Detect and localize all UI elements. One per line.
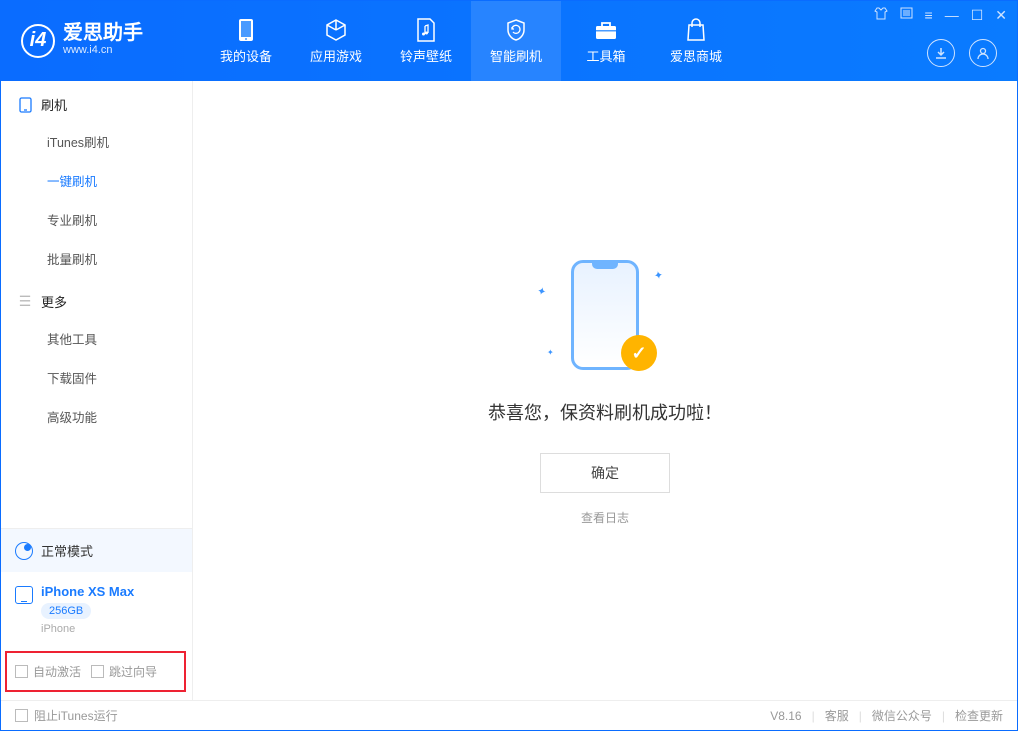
logo-icon: i4: [21, 24, 55, 58]
support-link[interactable]: 客服: [825, 707, 849, 724]
sidebar-item-itunes-flash[interactable]: iTunes刷机: [1, 122, 192, 161]
checkbox-icon: [15, 709, 28, 722]
device-mode-row[interactable]: 正常模式: [1, 529, 192, 572]
view-log-link[interactable]: 查看日志: [581, 509, 629, 526]
sidebar-item-batch-flash[interactable]: 批量刷机: [1, 239, 192, 278]
checkbox-label: 阻止iTunes运行: [34, 707, 118, 724]
tab-ringtones-wallpapers[interactable]: 铃声壁纸: [381, 1, 471, 81]
sparkle-icon: ✦: [547, 348, 554, 357]
toolbox-icon: [593, 17, 619, 43]
device-icon: [15, 586, 33, 604]
check-badge-icon: ✓: [621, 335, 657, 371]
storage-badge: 256GB: [41, 603, 91, 619]
checkbox-icon: [91, 665, 104, 678]
tab-label: 爱思商城: [670, 46, 722, 65]
tab-label: 铃声壁纸: [400, 46, 452, 65]
sidebar-item-other-tools[interactable]: 其他工具: [1, 319, 192, 358]
skip-guide-checkbox[interactable]: 跳过向导: [91, 663, 157, 680]
checkbox-label: 自动激活: [33, 663, 81, 680]
phone-icon: [233, 17, 259, 43]
app-subtitle: www.i4.cn: [63, 43, 143, 58]
mode-label: 正常模式: [41, 541, 93, 560]
tab-label: 智能刷机: [490, 46, 542, 65]
confirm-button[interactable]: 确定: [540, 453, 670, 493]
device-name: iPhone XS Max: [41, 584, 134, 599]
version-label: V8.16: [770, 709, 801, 723]
device-panel: 正常模式 iPhone XS Max 256GB iPhone 自动激活: [1, 528, 192, 700]
checkbox-label: 跳过向导: [109, 663, 157, 680]
sidebar-item-download-firmware[interactable]: 下载固件: [1, 358, 192, 397]
minimize-icon[interactable]: ―: [945, 7, 959, 24]
sidebar-section-more: ☰ 更多: [1, 278, 192, 319]
music-file-icon: [413, 17, 439, 43]
device-section-icon: [17, 97, 33, 113]
sparkle-icon: ✦: [535, 284, 547, 299]
list-icon[interactable]: [900, 7, 913, 24]
sidebar-section-flash: 刷机: [1, 81, 192, 122]
more-section-icon: ☰: [17, 294, 33, 310]
checkbox-icon: [15, 665, 28, 678]
main-content: ✦ ✦ ✦ ✓ 恭喜您，保资料刷机成功啦！ 确定 查看日志: [193, 81, 1017, 700]
auto-activate-checkbox[interactable]: 自动激活: [15, 663, 81, 680]
success-illustration: ✦ ✦ ✦ ✓: [525, 255, 685, 375]
sidebar: 刷机 iTunes刷机 一键刷机 专业刷机 批量刷机 ☰ 更多 其他工具 下载固…: [1, 81, 193, 700]
download-button[interactable]: [927, 39, 955, 67]
tab-store[interactable]: 爱思商城: [651, 1, 741, 81]
mode-icon: [15, 542, 33, 560]
tab-toolbox[interactable]: 工具箱: [561, 1, 651, 81]
tab-apps-games[interactable]: 应用游戏: [291, 1, 381, 81]
header: i4 爱思助手 www.i4.cn 我的设备 应用游戏: [1, 1, 1017, 81]
sidebar-item-advanced[interactable]: 高级功能: [1, 397, 192, 436]
user-button[interactable]: [969, 39, 997, 67]
nav-tabs: 我的设备 应用游戏 铃声壁纸 智能刷机: [201, 1, 741, 81]
logo-area: i4 爱思助手 www.i4.cn: [1, 23, 201, 58]
sidebar-item-pro-flash[interactable]: 专业刷机: [1, 200, 192, 239]
check-update-link[interactable]: 检查更新: [955, 707, 1003, 724]
wechat-link[interactable]: 微信公众号: [872, 707, 932, 724]
menu-icon[interactable]: ≡: [925, 7, 933, 24]
tab-label: 工具箱: [586, 46, 625, 65]
tab-smart-flash[interactable]: 智能刷机: [471, 1, 561, 81]
tab-label: 我的设备: [220, 46, 272, 65]
window-controls: ≡ ― ☐ ✕: [874, 7, 1007, 24]
tshirt-icon[interactable]: [874, 7, 888, 24]
block-itunes-checkbox[interactable]: 阻止iTunes运行: [15, 707, 118, 724]
cube-icon: [323, 17, 349, 43]
options-highlight-box: 自动激活 跳过向导: [5, 651, 186, 692]
close-icon[interactable]: ✕: [995, 7, 1007, 24]
maximize-icon[interactable]: ☐: [971, 7, 984, 24]
section-title: 刷机: [41, 95, 67, 114]
header-right-icons: [927, 39, 997, 67]
bag-icon: [683, 17, 709, 43]
success-title: 恭喜您，保资料刷机成功啦！: [488, 399, 722, 425]
section-title: 更多: [41, 292, 67, 311]
device-type: iPhone: [41, 623, 134, 635]
sidebar-item-oneclick-flash[interactable]: 一键刷机: [1, 161, 192, 200]
footer: 阻止iTunes运行 V8.16 | 客服 | 微信公众号 | 检查更新: [1, 700, 1017, 730]
footer-right: V8.16 | 客服 | 微信公众号 | 检查更新: [770, 707, 1003, 724]
app-title: 爱思助手: [63, 23, 143, 43]
device-info-row[interactable]: iPhone XS Max 256GB iPhone: [1, 572, 192, 647]
app-window: i4 爱思助手 www.i4.cn 我的设备 应用游戏: [0, 0, 1018, 731]
shield-refresh-icon: [503, 17, 529, 43]
body: 刷机 iTunes刷机 一键刷机 专业刷机 批量刷机 ☰ 更多 其他工具 下载固…: [1, 81, 1017, 700]
tab-my-device[interactable]: 我的设备: [201, 1, 291, 81]
sparkle-icon: ✦: [653, 268, 664, 282]
tab-label: 应用游戏: [310, 46, 362, 65]
